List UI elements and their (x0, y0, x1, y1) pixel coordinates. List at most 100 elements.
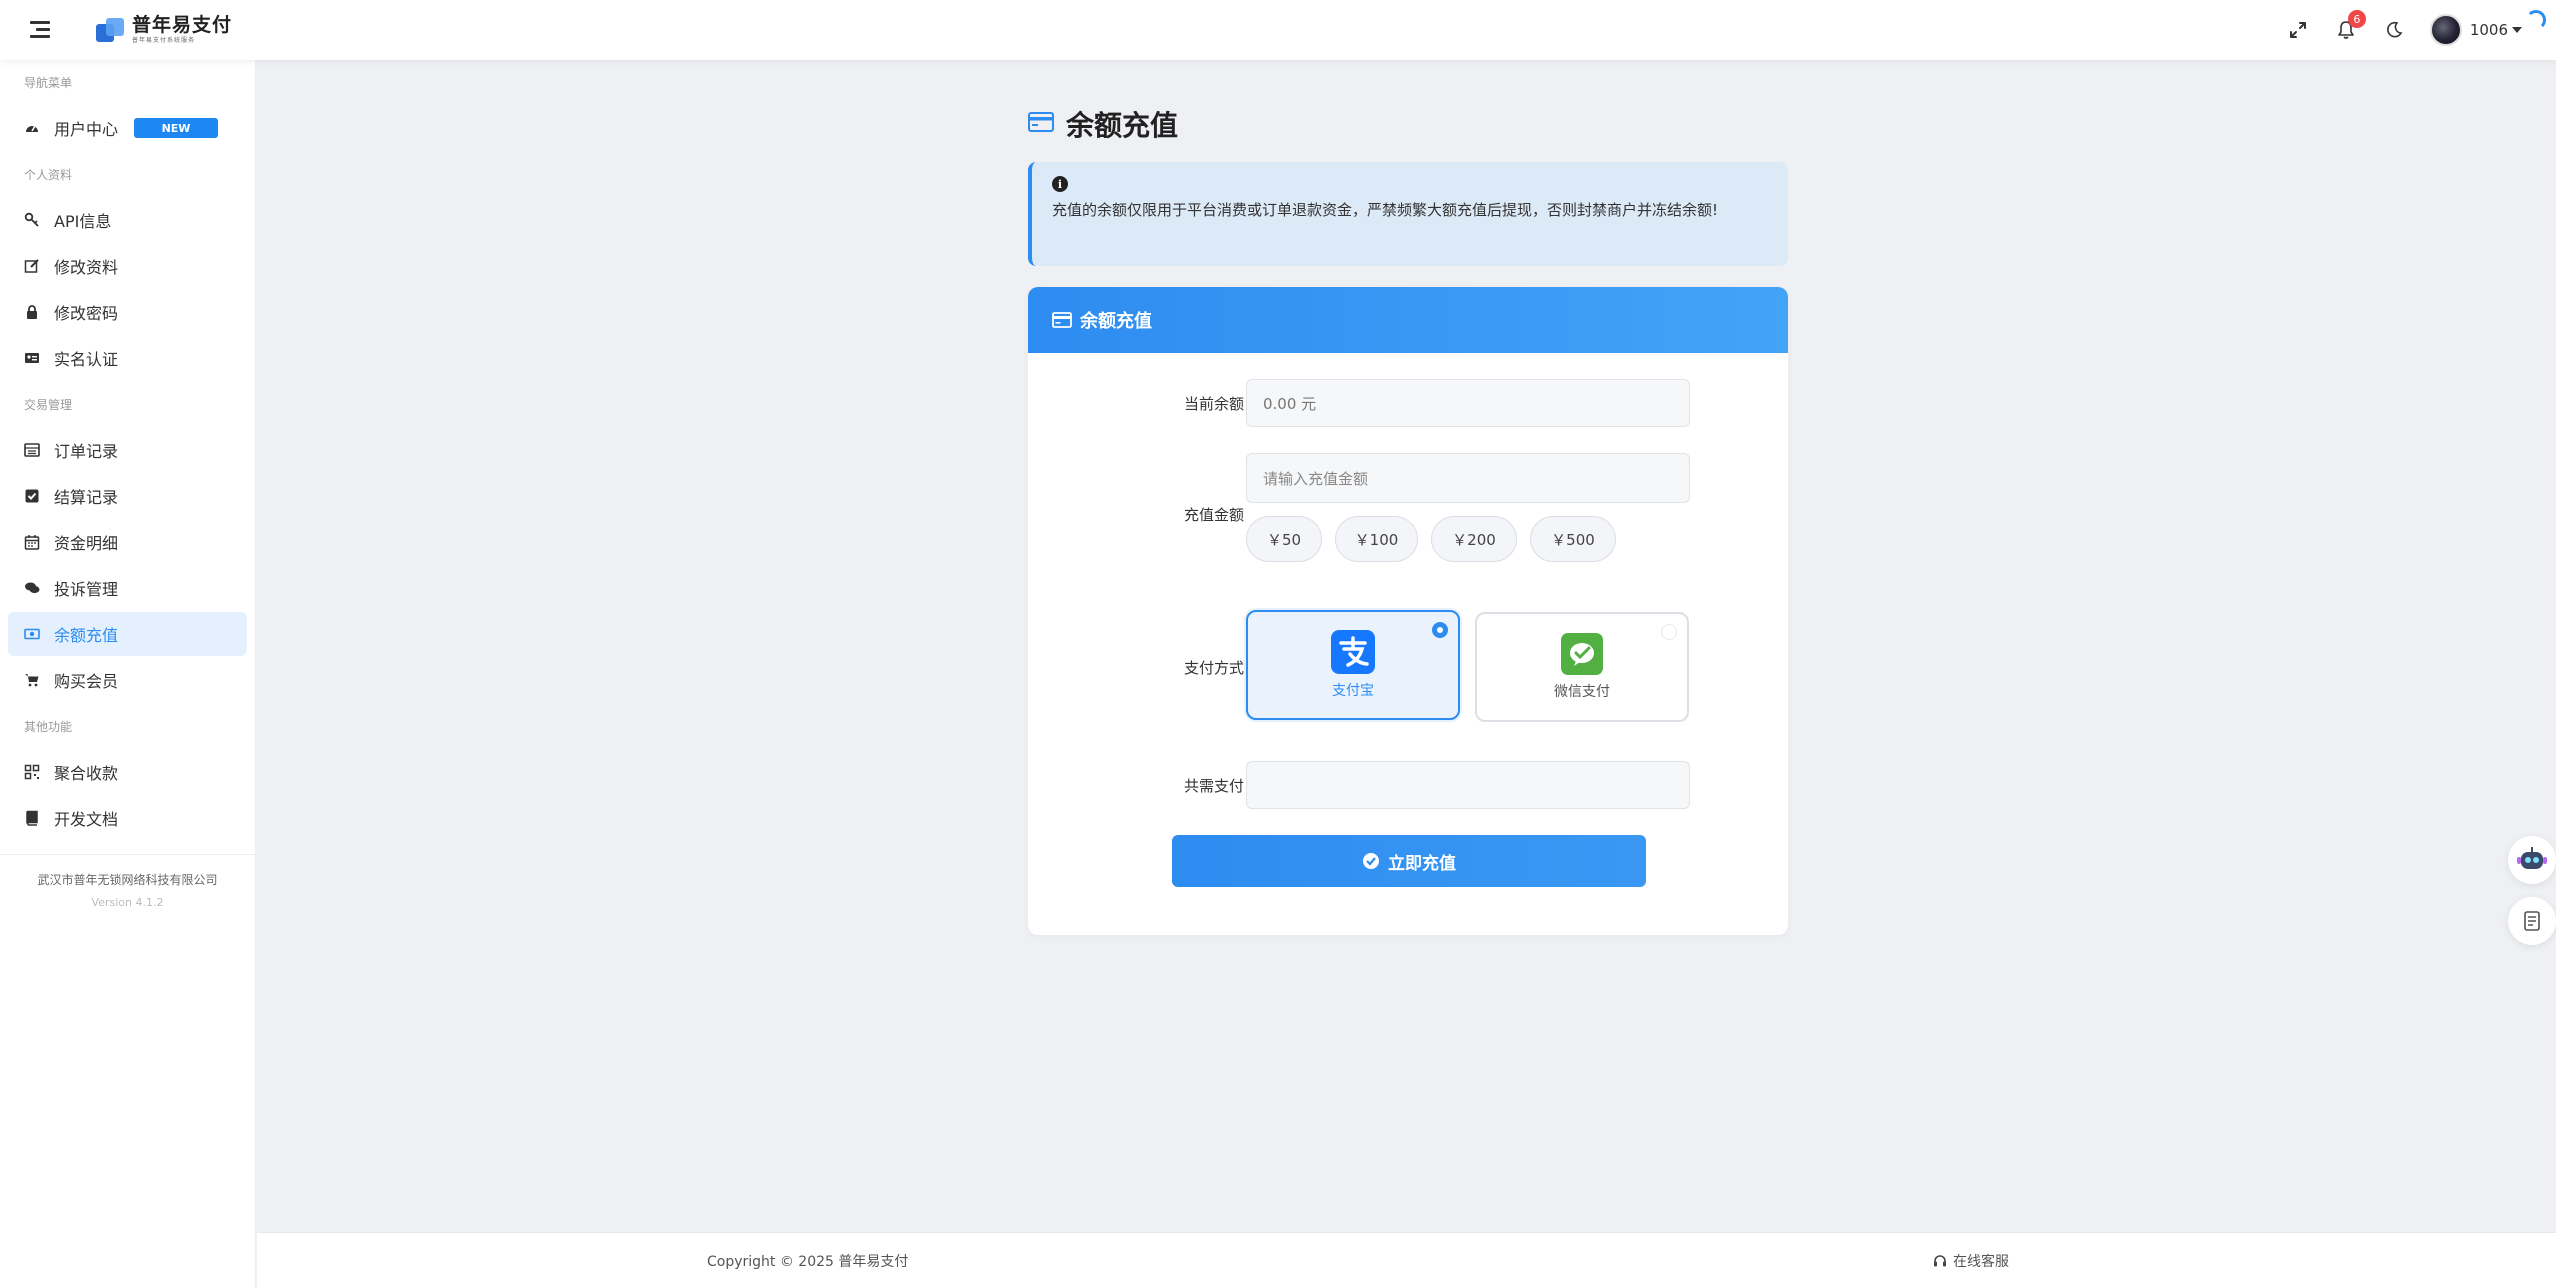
dashboard-icon (24, 120, 40, 136)
sidebar-item-label: 余额充值 (54, 626, 119, 645)
page-title-text: 余额充值 (1066, 109, 1179, 142)
alipay-icon (1331, 630, 1375, 674)
notification-badge: 6 (2347, 10, 2366, 28)
moon-icon[interactable] (2382, 18, 2406, 42)
method-label: 支付方式 (1183, 659, 1244, 677)
radio-unselected-icon (1661, 624, 1677, 640)
key-icon (24, 212, 40, 228)
sidebar-item-dev-docs[interactable]: 开发文档 (8, 796, 247, 840)
top-bar: 普年易支付 普年易支付系统服务 6 1006 (0, 0, 2556, 60)
sidebar-item-label: 聚合收款 (54, 764, 119, 783)
version-text: Version 4.1.2 (91, 896, 164, 909)
sidebar-item-edit-profile[interactable]: 修改资料 (8, 244, 247, 288)
sidebar-item-api-info[interactable]: API信息 (8, 198, 247, 242)
notice-text: 充值的余额仅限用于平台消费或订单退款资金，严禁频繁大额充值后提现，否则封禁商户并… (1052, 201, 1719, 219)
logo[interactable]: 普年易支付 普年易支付系统服务 (96, 12, 232, 48)
list-icon (24, 442, 40, 458)
loading-spinner-icon (2526, 10, 2546, 30)
sidebar-item-funds[interactable]: 资金明细 (8, 520, 247, 564)
quick-amount-50[interactable]: ￥50 (1246, 516, 1322, 562)
logo-icon (96, 16, 126, 44)
sidebar-item-aggregate[interactable]: 聚合收款 (8, 750, 247, 794)
user-name: 1006 (2469, 21, 2508, 39)
wechat-label: 微信支付 (1554, 684, 1610, 700)
check-circle-icon (1363, 853, 1379, 869)
lock-icon (24, 304, 40, 320)
amount-label: 充值金额 (1183, 506, 1244, 524)
sidebar-item-label: 用户中心 (54, 120, 119, 139)
chevron-down-icon (2512, 27, 2522, 33)
sidebar-footer: 武汉市普年无锁网络科技有限公司 Version 4.1.2 (0, 854, 255, 909)
sidebar-item-orders[interactable]: 订单记录 (8, 428, 247, 472)
wechat-pay-icon (1561, 633, 1603, 675)
balance-field: 0.00 元 (1246, 379, 1690, 427)
edit-icon (24, 258, 40, 274)
submit-label: 立即充值 (1388, 853, 1456, 874)
alipay-option[interactable]: 支付宝 (1246, 610, 1460, 720)
alipay-label: 支付宝 (1332, 683, 1374, 699)
sidebar-item-label: 修改密码 (54, 304, 119, 323)
radio-selected-icon (1432, 622, 1448, 638)
sidebar-item-label: 购买会员 (54, 672, 119, 691)
robot-assistant-icon[interactable] (2508, 836, 2556, 884)
sidebar: 导航菜单 用户中心 NEW 个人资料 API信息 修改资料 修改密码 实名认证 … (0, 60, 256, 1288)
page-footer: Copyright © 2025 普年易支付 在线客服 (257, 1232, 2556, 1288)
book-icon (24, 810, 40, 826)
avatar (2429, 14, 2462, 46)
amount-input[interactable]: 请输入充值金额 (1246, 453, 1690, 503)
document-icon[interactable] (2508, 897, 2556, 945)
total-label: 共需支付 (1183, 777, 1244, 795)
notice-alert: i 充值的余额仅限用于平台消费或订单退款资金，严禁频繁大额充值后提现，否则封禁商… (1028, 162, 1788, 266)
check-square-icon (24, 488, 40, 504)
sidebar-item-label: 订单记录 (54, 442, 119, 461)
credit-card-icon (1052, 312, 1072, 328)
info-icon: i (1052, 176, 1068, 192)
online-service-link[interactable]: 在线客服 (1933, 1251, 2009, 1271)
quick-amount-100[interactable]: ￥100 (1335, 516, 1418, 562)
balance-label: 当前余额 (1183, 395, 1244, 413)
sidebar-item-change-password[interactable]: 修改密码 (8, 290, 247, 334)
section-title-nav: 导航菜单 (24, 75, 73, 90)
new-badge: NEW (134, 118, 219, 138)
sidebar-item-label: 实名认证 (54, 350, 119, 369)
id-card-icon (24, 350, 40, 366)
sidebar-item-recharge[interactable]: 余额充值 (8, 612, 247, 656)
sidebar-item-user-center[interactable]: 用户中心 NEW (8, 106, 247, 150)
card-title: 余额充值 (1080, 311, 1152, 332)
logo-title: 普年易支付 (132, 14, 233, 36)
cart-icon (24, 672, 40, 688)
bell-icon[interactable]: 6 (2334, 10, 2366, 42)
sidebar-item-label: 资金明细 (54, 534, 119, 553)
quick-amount-500[interactable]: ￥500 (1530, 516, 1616, 562)
submit-recharge-button[interactable]: 立即充值 (1172, 835, 1646, 887)
qrcode-icon (24, 764, 40, 780)
fullscreen-icon[interactable] (2286, 18, 2310, 42)
headset-icon (1934, 1255, 1946, 1267)
section-title-trade: 交易管理 (24, 397, 73, 412)
sidebar-item-complaints[interactable]: 投诉管理 (8, 566, 247, 610)
recharge-card: 余额充值 当前余额 0.00 元 充值金额 请输入充值金额 ￥50 ￥100 ￥… (1028, 287, 1788, 935)
sidebar-item-real-name[interactable]: 实名认证 (8, 336, 247, 380)
credit-card-icon (1028, 111, 1054, 137)
sidebar-item-label: 开发文档 (54, 810, 119, 829)
money-icon (24, 626, 40, 642)
sidebar-item-label: 结算记录 (54, 488, 119, 507)
online-service-label: 在线客服 (1953, 1254, 2009, 1270)
section-title-other: 其他功能 (24, 719, 73, 734)
quick-amount-200[interactable]: ￥200 (1431, 516, 1517, 562)
card-header: 余额充值 (1028, 287, 1788, 353)
wechat-option[interactable]: 微信支付 (1475, 612, 1689, 722)
calendar-icon (24, 534, 40, 550)
sidebar-item-buy-member[interactable]: 购买会员 (8, 658, 247, 702)
section-title-profile: 个人资料 (24, 167, 73, 182)
logo-subtitle: 普年易支付系统服务 (132, 37, 196, 44)
comments-icon (24, 580, 40, 596)
sidebar-item-label: 修改资料 (54, 258, 119, 277)
total-field (1246, 761, 1690, 809)
user-menu[interactable]: 1006 (2429, 14, 2522, 46)
sidebar-item-label: 投诉管理 (54, 580, 119, 599)
sidebar-item-settlements[interactable]: 结算记录 (8, 474, 247, 518)
menu-toggle-icon[interactable] (30, 16, 58, 42)
copyright-text: Copyright © 2025 普年易支付 (707, 1254, 909, 1270)
sidebar-item-label: API信息 (54, 212, 112, 231)
